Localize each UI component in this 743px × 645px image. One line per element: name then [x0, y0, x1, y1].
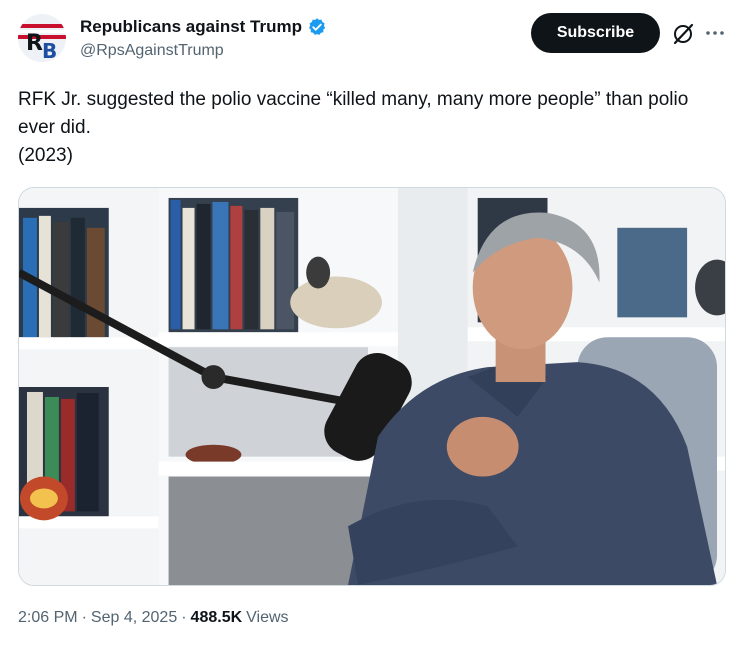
tweet-date[interactable]: Sep 4, 2025: [91, 609, 177, 627]
more-icon[interactable]: [703, 21, 727, 45]
verified-badge-icon: [309, 18, 326, 35]
name-row: Republicans against Trump: [80, 16, 327, 38]
views-label: Views: [246, 609, 289, 626]
svg-text:R: R: [26, 31, 43, 56]
handle[interactable]: @RpsAgainstTrump: [80, 42, 327, 60]
tweet-time[interactable]: 2:06 PM: [18, 609, 78, 627]
avatar[interactable]: R B: [18, 14, 66, 62]
video-still-image: [19, 188, 725, 585]
subscribe-button[interactable]: Subscribe: [531, 13, 660, 53]
meta-separator: ·: [181, 609, 187, 626]
display-name[interactable]: Republicans against Trump: [80, 17, 302, 37]
meta-separator: ·: [81, 609, 87, 626]
author-block: Republicans against Trump @RpsAgainstTru…: [80, 16, 327, 60]
tweet-meta: 2:06 PM · Sep 4, 2025 · 488.5K Views: [18, 609, 289, 627]
svg-text:B: B: [42, 39, 57, 62]
grok-icon[interactable]: [670, 21, 696, 47]
views-count: 488.5K: [190, 609, 243, 626]
tweet-text: RFK Jr. suggested the polio vaccine “kil…: [18, 89, 689, 166]
tweet-media-video[interactable]: [18, 187, 726, 586]
avatar-logo-icon: R B: [18, 14, 66, 62]
